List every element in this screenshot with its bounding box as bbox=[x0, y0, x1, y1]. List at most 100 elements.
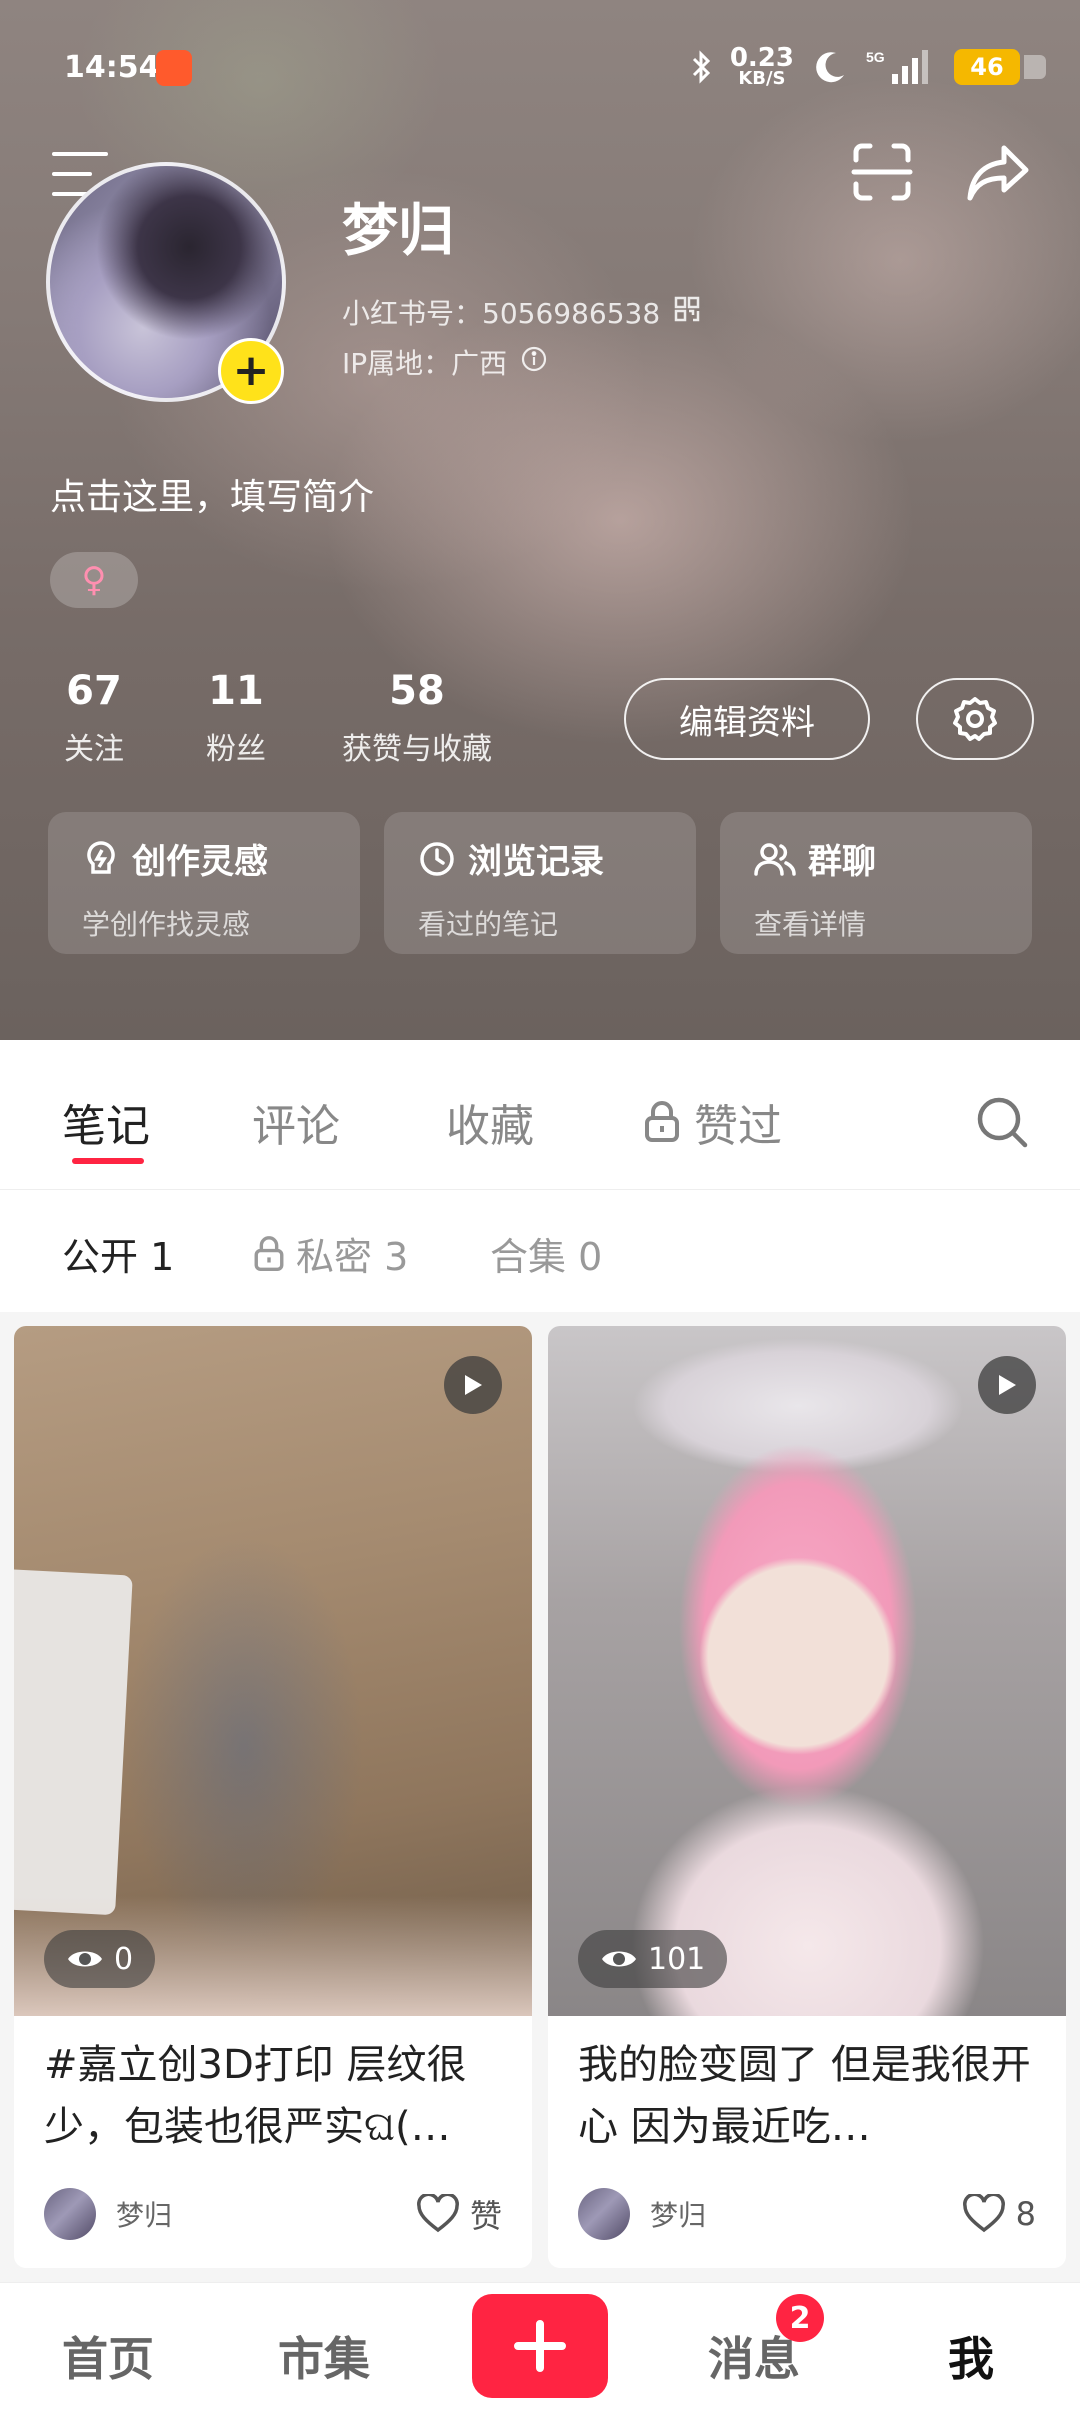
stat-following[interactable]: 67 关注 bbox=[46, 668, 142, 768]
profile-header: 14:54 0.23 KB/S 5G 46 + 梦归 小红书号：50569865… bbox=[0, 0, 1080, 1040]
sub-tab-label: 合集 0 bbox=[490, 1235, 603, 1279]
note-card[interactable]: 101 我的脸变圆了 但是我很开心 因为最近吃… 梦归 8 bbox=[548, 1326, 1066, 2268]
lock-icon bbox=[254, 1235, 284, 1271]
stat-likes-collects[interactable]: 58 获赞与收藏 bbox=[332, 668, 502, 768]
qr-code-icon[interactable] bbox=[674, 296, 700, 329]
card-title: 创作灵感 bbox=[132, 842, 268, 882]
sub-tab-private[interactable]: 私密 3 bbox=[252, 1226, 408, 1281]
nav-home[interactable]: 首页 bbox=[62, 2323, 154, 2389]
heart-icon bbox=[962, 2194, 1005, 2233]
note-footer: 梦归 赞 bbox=[44, 2188, 502, 2240]
app-notification-icon bbox=[156, 50, 192, 86]
like-button[interactable]: 赞 bbox=[416, 2191, 502, 2237]
publish-button[interactable] bbox=[472, 2294, 608, 2398]
nav-me[interactable]: 我 bbox=[948, 2323, 994, 2389]
tab-label: 赞过 bbox=[694, 1101, 782, 1152]
card-subtitle: 查看详情 bbox=[754, 908, 867, 941]
plus-icon bbox=[514, 2320, 566, 2372]
note-title[interactable]: #嘉立创3D打印 层纹很少，包装也很严实ଘ(… bbox=[14, 2016, 532, 2174]
card-title: 浏览记录 bbox=[468, 842, 604, 882]
redbook-id-text: 小红书号：5056986538 bbox=[342, 297, 661, 330]
tab-liked[interactable]: 赞过 bbox=[642, 1090, 782, 1154]
bluetooth-icon bbox=[692, 50, 712, 84]
gear-icon bbox=[953, 697, 997, 741]
main-tabs: 笔记 评论 收藏 赞过 bbox=[0, 1040, 1080, 1190]
settings-button[interactable] bbox=[916, 678, 1034, 760]
sub-tab-label: 私密 3 bbox=[296, 1235, 409, 1279]
redbook-id[interactable]: 小红书号：5056986538 bbox=[342, 292, 700, 332]
lightbulb-icon bbox=[87, 840, 115, 874]
card-title: 群聊 bbox=[808, 842, 876, 882]
clock-icon bbox=[420, 841, 454, 876]
bio-placeholder[interactable]: 点击这里，填写简介 bbox=[50, 468, 374, 520]
sub-tabs: 公开 1 私密 3 合集 0 bbox=[0, 1190, 1080, 1312]
stat-value: 58 bbox=[389, 668, 445, 714]
like-count: 赞 bbox=[469, 2197, 502, 2235]
net-speed: 0.23 KB/S bbox=[729, 43, 794, 89]
view-count: 101 bbox=[648, 1941, 706, 1977]
group-icon bbox=[754, 842, 796, 876]
play-icon bbox=[978, 1356, 1036, 1414]
svg-text:5G: 5G bbox=[866, 49, 885, 65]
battery-indicator: 46 bbox=[954, 49, 1046, 85]
note-cover-image[interactable]: 0 bbox=[14, 1326, 532, 2016]
heart-icon bbox=[417, 2194, 459, 2233]
card-browse-history[interactable]: 浏览记录 看过的笔记 bbox=[384, 812, 696, 954]
like-count: 8 bbox=[1015, 2195, 1036, 2233]
edit-profile-button[interactable]: 编辑资料 bbox=[624, 678, 870, 760]
like-button[interactable]: 8 bbox=[962, 2194, 1036, 2234]
moon-icon bbox=[812, 49, 848, 85]
card-creative-inspiration[interactable]: 创作灵感 学创作找灵感 bbox=[48, 812, 360, 954]
tab-collections[interactable]: 收藏 bbox=[446, 1090, 534, 1154]
nickname: 梦归 bbox=[342, 199, 454, 264]
sub-tab-albums[interactable]: 合集 0 bbox=[490, 1226, 602, 1281]
card-subtitle: 学创作找灵感 bbox=[82, 908, 251, 941]
sub-tab-public[interactable]: 公开 1 bbox=[62, 1226, 174, 1281]
stat-value: 67 bbox=[66, 668, 122, 714]
card-group-chat[interactable]: 群聊 查看详情 bbox=[720, 812, 1032, 954]
view-count: 0 bbox=[114, 1941, 134, 1977]
ip-location: IP属地：广西 bbox=[342, 342, 547, 382]
feature-cards: 创作灵感 学创作找灵感 浏览记录 看过的笔记 群聊 查看详情 bbox=[48, 812, 1032, 954]
net-speed-value: 0.23 bbox=[729, 43, 794, 73]
view-count-badge: 101 bbox=[578, 1930, 728, 1988]
message-badge: 2 bbox=[776, 2294, 824, 2342]
ip-location-text: IP属地：广西 bbox=[342, 347, 508, 380]
gender-female-icon: ♀ bbox=[50, 552, 138, 608]
author-avatar[interactable] bbox=[44, 2188, 96, 2240]
status-indicators: 0.23 KB/S 5G 46 bbox=[692, 43, 1046, 89]
tab-comments[interactable]: 评论 bbox=[252, 1090, 340, 1154]
info-icon[interactable] bbox=[521, 346, 547, 379]
tab-label: 评论 bbox=[252, 1101, 340, 1152]
author-name[interactable]: 梦归 bbox=[116, 2194, 416, 2234]
active-tab-indicator bbox=[72, 1158, 144, 1164]
note-cover-image[interactable]: 101 bbox=[548, 1326, 1066, 2016]
author-name[interactable]: 梦归 bbox=[650, 2194, 962, 2234]
tab-label: 笔记 bbox=[62, 1101, 150, 1152]
eye-icon bbox=[602, 1951, 636, 1967]
play-icon bbox=[444, 1356, 502, 1414]
note-footer: 梦归 8 bbox=[578, 2188, 1036, 2240]
tab-notes[interactable]: 笔记 bbox=[62, 1090, 150, 1154]
eye-icon bbox=[68, 1951, 102, 1967]
card-subtitle: 看过的笔记 bbox=[418, 908, 559, 941]
stats-row: 67 关注 11 粉丝 58 获赞与收藏 bbox=[46, 668, 502, 768]
search-icon[interactable] bbox=[974, 1094, 1030, 1150]
note-title[interactable]: 我的脸变圆了 但是我很开心 因为最近吃… bbox=[548, 2016, 1066, 2174]
stat-label: 粉丝 bbox=[206, 732, 266, 767]
net-speed-unit: KB/S bbox=[738, 68, 786, 89]
avatar-add-button[interactable]: + bbox=[218, 338, 284, 404]
stat-label: 获赞与收藏 bbox=[342, 732, 492, 767]
lock-icon bbox=[645, 1101, 679, 1142]
stat-label: 关注 bbox=[64, 732, 124, 767]
view-count-badge: 0 bbox=[44, 1930, 156, 1988]
stat-followers[interactable]: 11 粉丝 bbox=[188, 668, 284, 768]
share-icon[interactable] bbox=[964, 140, 1032, 204]
author-avatar[interactable] bbox=[578, 2188, 630, 2240]
nav-market[interactable]: 市集 bbox=[278, 2323, 370, 2389]
avatar-container[interactable]: + bbox=[46, 162, 292, 408]
scan-icon[interactable] bbox=[850, 140, 914, 204]
note-card[interactable]: 0 #嘉立创3D打印 层纹很少，包装也很严实ଘ(… 梦归 赞 bbox=[14, 1326, 532, 2268]
sub-tab-label: 公开 1 bbox=[62, 1235, 175, 1279]
signal-icon: 5G bbox=[866, 48, 936, 86]
